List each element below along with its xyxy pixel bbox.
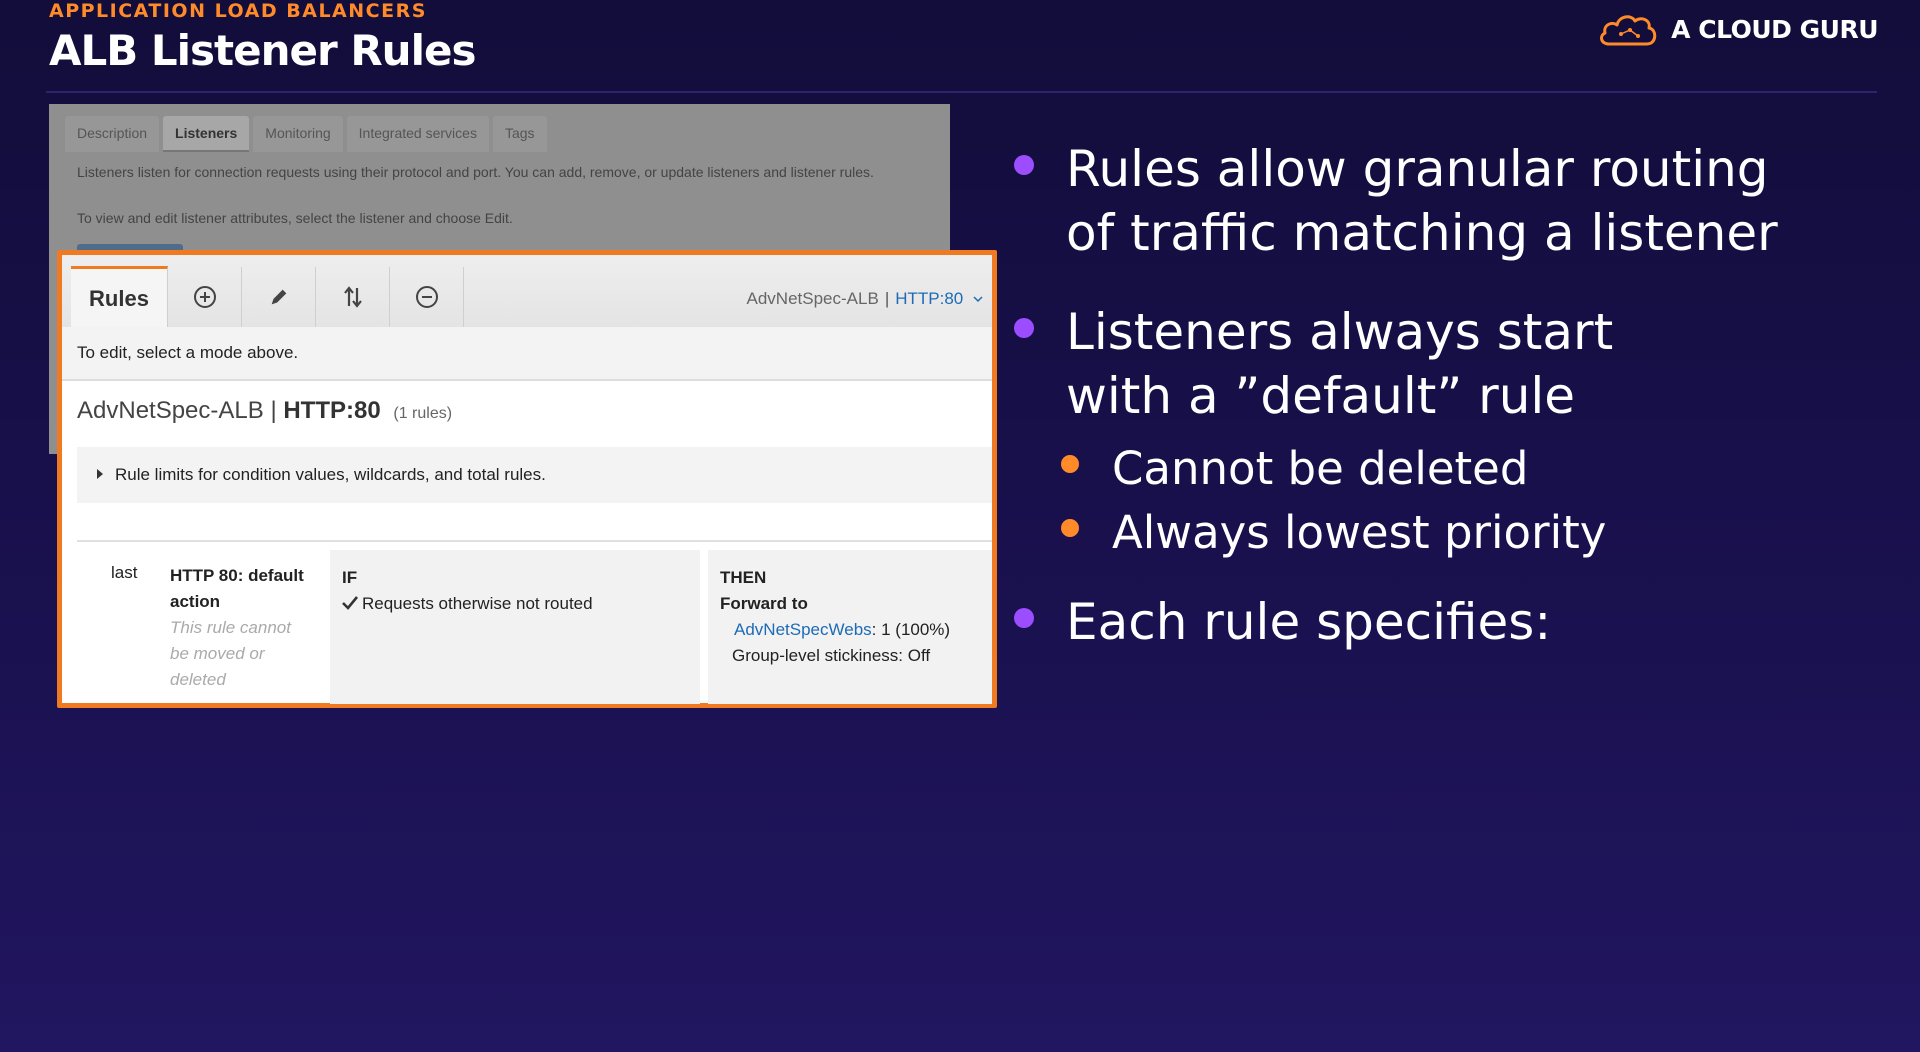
condition-row: Requests otherwise not routed: [342, 594, 593, 614]
pencil-icon: [271, 289, 286, 305]
selector-port: HTTP:80: [895, 289, 964, 308]
reorder-icon: [343, 286, 362, 308]
sub-bullet-text: Cannot be deleted: [1112, 442, 1529, 495]
bullet-rule-specifies: Each rule specifies:: [1014, 590, 1552, 654]
sub-bullet-lowest-priority: Always lowest priority: [1061, 503, 1607, 563]
listeners-info: Listeners listen for connection requests…: [77, 164, 874, 180]
bullet-default-rule: Listeners always start with a ”default” …: [1014, 300, 1614, 428]
tab-monitoring[interactable]: Monitoring: [253, 116, 343, 152]
tab-tags[interactable]: Tags: [492, 116, 547, 152]
sub-bullet-dot: [1061, 519, 1079, 537]
delete-rules-button[interactable]: [390, 267, 464, 327]
brand-logo: A CLOUD GURU: [1597, 10, 1878, 48]
sub-bullet-dot: [1061, 455, 1079, 473]
target-group-link[interactable]: AdvNetSpecWebs: [734, 620, 872, 639]
bullet-text: Listeners always start: [1066, 303, 1614, 361]
rules-tab[interactable]: Rules: [71, 266, 168, 329]
bullet-dot: [1014, 318, 1034, 338]
condition-text: Requests otherwise not routed: [362, 594, 593, 613]
edit-hint: To edit, select a mode above.: [62, 327, 992, 381]
listener-name: AdvNetSpec-ALB: [77, 397, 264, 424]
chevron-down-icon: [973, 296, 983, 303]
section-kicker: APPLICATION LOAD BALANCERS: [49, 0, 427, 22]
rule-limits-expander[interactable]: Rule limits for condition values, wildca…: [77, 447, 992, 503]
target-row: AdvNetSpecWebs: 1 (100%): [734, 620, 950, 640]
reorder-rules-button[interactable]: [316, 267, 390, 327]
target-weight: : 1 (100%): [871, 620, 951, 639]
tab-listeners[interactable]: Listeners: [163, 116, 250, 152]
if-label: IF: [342, 568, 358, 587]
slide-title: ALB Listener Rules: [49, 26, 476, 75]
edit-rules-button[interactable]: [242, 267, 316, 327]
header-divider: [46, 91, 1877, 93]
rules-panel: Rules AdvNetSpec-ALB | HTTP:80 To edit, se…: [57, 250, 997, 708]
rules-toolbar: Rules AdvNetSpec-ALB | HTTP:80: [62, 255, 992, 329]
check-icon: [342, 596, 359, 610]
minus-circle-icon: [415, 286, 438, 308]
bullet-text: Each rule specifies:: [1066, 593, 1552, 651]
rules-count: (1 rules): [393, 405, 453, 422]
listener-port: HTTP:80: [283, 397, 381, 424]
rule-actions: THEN Forward to AdvNetSpecWebs: 1 (100%)…: [708, 550, 992, 704]
add-rule-button[interactable]: [168, 267, 242, 327]
listener-selector[interactable]: AdvNetSpec-ALB | HTTP:80: [747, 289, 984, 309]
bullet-dot: [1014, 608, 1034, 628]
selector-separator: |: [884, 289, 890, 308]
plus-circle-icon: [193, 286, 216, 308]
rules-divider: [77, 540, 992, 542]
console-tabs: Description Listeners Monitoring Integra…: [65, 116, 547, 152]
bullet-dot: [1014, 155, 1034, 175]
action-label: Forward to: [720, 594, 808, 613]
then-label: THEN: [720, 568, 767, 587]
selector-name: AdvNetSpec-ALB: [746, 289, 879, 308]
rule-note: This rule cannot be moved or deleted: [170, 618, 291, 689]
brand-name: A CLOUD GURU: [1671, 14, 1878, 44]
bullet-text: of traffic matching a listener: [1066, 204, 1778, 262]
bullet-text: Rules allow granular routing: [1066, 140, 1769, 198]
bullet-rules-routing: Rules allow granular routing of traffic …: [1014, 137, 1778, 265]
listener-heading: AdvNetSpec-ALB | HTTP:80 (1 rules): [77, 397, 452, 425]
tab-integrated-services[interactable]: Integrated services: [346, 116, 489, 152]
rule-limits-text: Rule limits for condition values, wildca…: [115, 465, 546, 484]
listener-separator: |: [270, 397, 277, 424]
rule-name: HTTP 80: default action: [170, 566, 304, 611]
cloud-logo-icon: [1600, 15, 1657, 46]
rule-priority: last: [111, 563, 138, 582]
tab-description[interactable]: Description: [65, 116, 160, 152]
stickiness-text: Group-level stickiness: Off: [732, 646, 931, 665]
rule-conditions: IF Requests otherwise not routed: [330, 550, 700, 704]
sub-bullet-text: Always lowest priority: [1112, 506, 1607, 559]
listeners-edit-info: To view and edit listener attributes, se…: [77, 210, 513, 226]
caret-right-icon: [97, 469, 103, 479]
bullet-text: with a ”default” rule: [1066, 367, 1576, 425]
sub-bullet-cannot-delete: Cannot be deleted: [1061, 439, 1529, 499]
